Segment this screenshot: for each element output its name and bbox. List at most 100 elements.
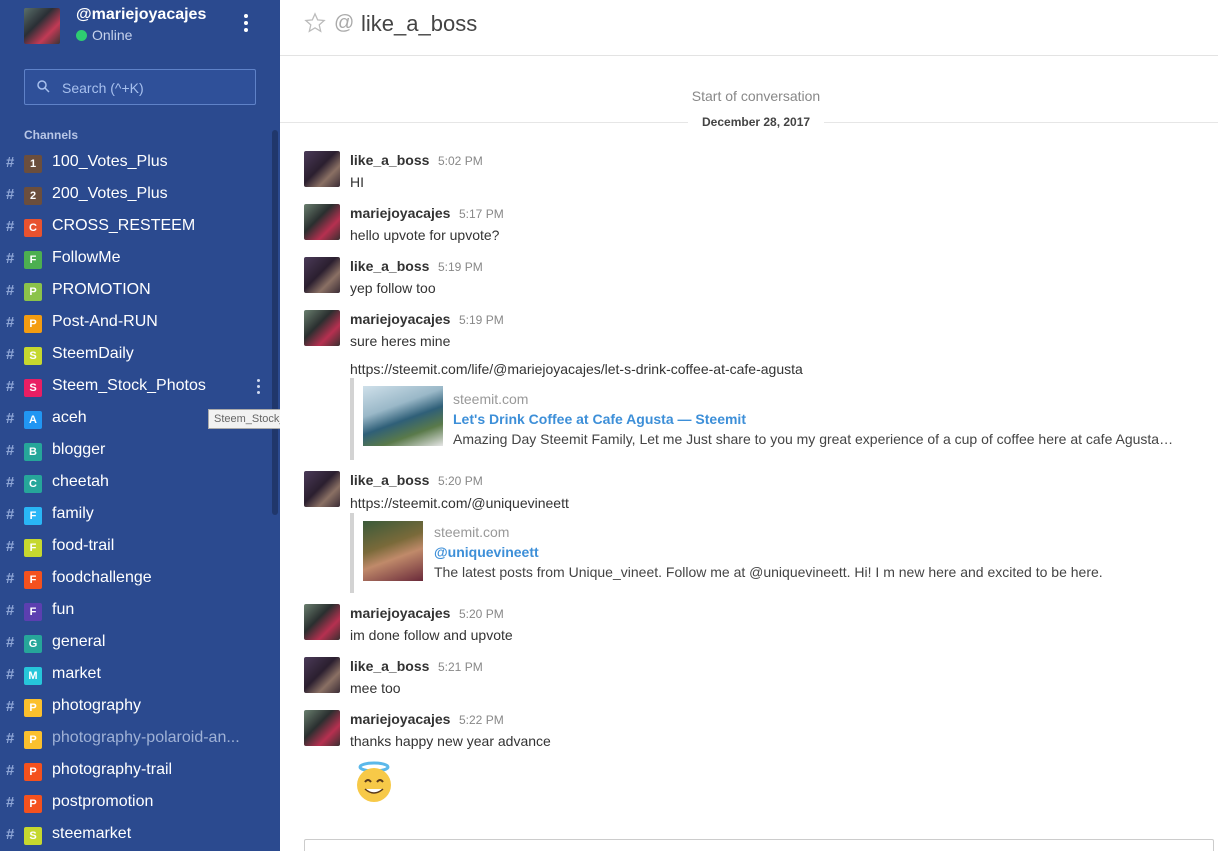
message-text: mee too [350, 680, 401, 696]
sidebar-item-channel[interactable]: # Ggeneral [0, 628, 270, 660]
channel-avatar-badge: P [24, 795, 42, 813]
message-link[interactable]: https://steemit.com/@uniquevineett [350, 495, 569, 511]
message-time: 5:22 PM [459, 713, 504, 727]
message-author[interactable]: like_a_boss [350, 658, 429, 674]
avatar[interactable] [304, 604, 340, 640]
channel-name: PROMOTION [52, 281, 151, 298]
channel-avatar-badge: C [24, 219, 42, 237]
sidebar-item-channel[interactable]: #2 200_Votes_Plus [0, 180, 270, 212]
preview-title[interactable]: Let's Drink Coffee at Cafe Agusta — Stee… [453, 411, 746, 427]
preview-description: Amazing Day Steemit Family, Let me Just … [453, 431, 1174, 447]
avatar[interactable] [304, 710, 340, 746]
sidebar-item-channel[interactable]: # P Post-And-RUN [0, 308, 270, 340]
sidebar-item-channel[interactable]: # Ffoodchallenge [0, 564, 270, 596]
channel-name: foodchallenge [52, 569, 152, 586]
sidebar-item-channel[interactable]: # Ccheetah [0, 468, 270, 500]
message-author[interactable]: like_a_boss [350, 152, 429, 168]
user-avatar[interactable] [24, 8, 60, 44]
sidebar-item-channel[interactable]: # S Steem_Stock_Photos [0, 372, 270, 404]
channel-avatar-badge: F [24, 571, 42, 589]
search-icon [37, 80, 50, 93]
hash-icon: # [6, 250, 15, 267]
message-author[interactable]: mariejoyacajes [350, 205, 450, 221]
sidebar-item-channel[interactable]: # Bblogger [0, 436, 270, 468]
message-time: 5:19 PM [438, 260, 483, 274]
preview-thumbnail[interactable] [363, 386, 443, 446]
sidebar-item-channel[interactable]: # Ppostpromotion [0, 788, 270, 820]
message: like_a_boss 5:02 PM HI [304, 151, 1194, 191]
hash-icon: # [6, 730, 15, 747]
avatar[interactable] [304, 151, 340, 187]
room-header: @ like_a_boss [280, 0, 1218, 56]
at-icon: @ [334, 12, 355, 34]
channels-section-title: Channels [24, 128, 79, 142]
message-link[interactable]: https://steemit.com/life/@mariejoyacajes… [350, 361, 803, 377]
user-name[interactable]: @mariejoyacajes [76, 6, 206, 24]
sidebar-item-channel[interactable]: # Pphotography [0, 692, 270, 724]
avatar[interactable] [304, 657, 340, 693]
sidebar-item-channel[interactable]: # S SteemDaily [0, 340, 270, 372]
channel-avatar-badge: S [24, 827, 42, 845]
sidebar-item-channel[interactable]: # Mmarket [0, 660, 270, 692]
channel-name: CROSS_RESTEEM [52, 217, 196, 234]
sidebar-item-channel[interactable]: # Ffood-trail [0, 532, 270, 564]
sidebar-scrollbar[interactable] [272, 130, 278, 515]
message-author[interactable]: mariejoyacajes [350, 711, 450, 727]
sidebar-item-channel[interactable]: # F FollowMe [0, 244, 270, 276]
message: mariejoyacajes 5:17 PM hello upvote for … [304, 204, 1194, 244]
sidebar-item-channel[interactable]: # Pphotography-trail [0, 756, 270, 788]
message-text: im done follow and upvote [350, 627, 513, 643]
message-time: 5:21 PM [438, 660, 483, 674]
link-preview[interactable]: steemit.com Let's Drink Coffee at Cafe A… [350, 378, 1180, 460]
sidebar-item-channel[interactable]: # Ssteemarket [0, 820, 270, 851]
message-text: HI [350, 174, 364, 190]
message-time: 5:19 PM [459, 313, 504, 327]
avatar[interactable] [304, 310, 340, 346]
avatar[interactable] [304, 257, 340, 293]
hash-icon: # [6, 762, 15, 779]
sidebar-item-channel[interactable]: # Pphotography-polaroid-an... [0, 724, 270, 756]
preview-description: The latest posts from Unique_vineet. Fol… [434, 564, 1103, 580]
message-author[interactable]: like_a_boss [350, 258, 429, 274]
sidebar: @mariejoyacajes Online Search (^+K) Chan… [0, 0, 280, 851]
channel-avatar-badge: P [24, 699, 42, 717]
preview-title[interactable]: @uniquevineett [434, 544, 539, 560]
message-composer[interactable] [304, 839, 1214, 851]
avatar[interactable] [304, 471, 340, 507]
sidebar-item-channel[interactable]: # C CROSS_RESTEEM [0, 212, 270, 244]
hash-icon: # [6, 602, 15, 619]
channel-name: cheetah [52, 473, 109, 490]
message-author[interactable]: like_a_boss [350, 472, 429, 488]
message-time: 5:20 PM [459, 607, 504, 621]
channel-avatar-badge: P [24, 283, 42, 301]
message-author[interactable]: mariejoyacajes [350, 605, 450, 621]
sidebar-item-channel[interactable]: # Ffun [0, 596, 270, 628]
avatar[interactable] [304, 204, 340, 240]
message: like_a_boss 5:19 PM yep follow too [304, 257, 1194, 297]
sidebar-item-channel[interactable]: # P PROMOTION [0, 276, 270, 308]
message: like_a_boss 5:21 PM mee too [304, 657, 1194, 697]
channel-avatar-badge: F [24, 251, 42, 269]
channel-avatar-badge: F [24, 603, 42, 621]
message-author[interactable]: mariejoyacajes [350, 311, 450, 327]
channel-avatar-badge: B [24, 443, 42, 461]
channel-avatar-badge: P [24, 763, 42, 781]
user-menu-icon[interactable] [238, 14, 254, 38]
hash-icon: # [6, 794, 15, 811]
channel-avatar-badge: C [24, 475, 42, 493]
channel-name: FollowMe [52, 249, 121, 266]
channel-options-icon[interactable] [254, 379, 262, 397]
preview-thumbnail[interactable] [363, 521, 423, 581]
channel-avatar-badge: S [24, 347, 42, 365]
channel-avatar-badge: F [24, 539, 42, 557]
message-text: hello upvote for upvote? [350, 227, 500, 243]
channel-name: aceh [52, 409, 87, 426]
link-preview[interactable]: steemit.com @uniquevineett The latest po… [350, 513, 1130, 593]
channel-name: steemarket [52, 825, 132, 842]
hash-icon: # [6, 218, 15, 235]
search-input[interactable]: Search (^+K) [24, 69, 256, 105]
sidebar-item-channel[interactable]: #1 100_Votes_Plus [0, 148, 270, 180]
hash-icon: # [6, 570, 15, 587]
star-icon[interactable] [304, 12, 326, 34]
sidebar-item-channel[interactable]: # Ffamily [0, 500, 270, 532]
